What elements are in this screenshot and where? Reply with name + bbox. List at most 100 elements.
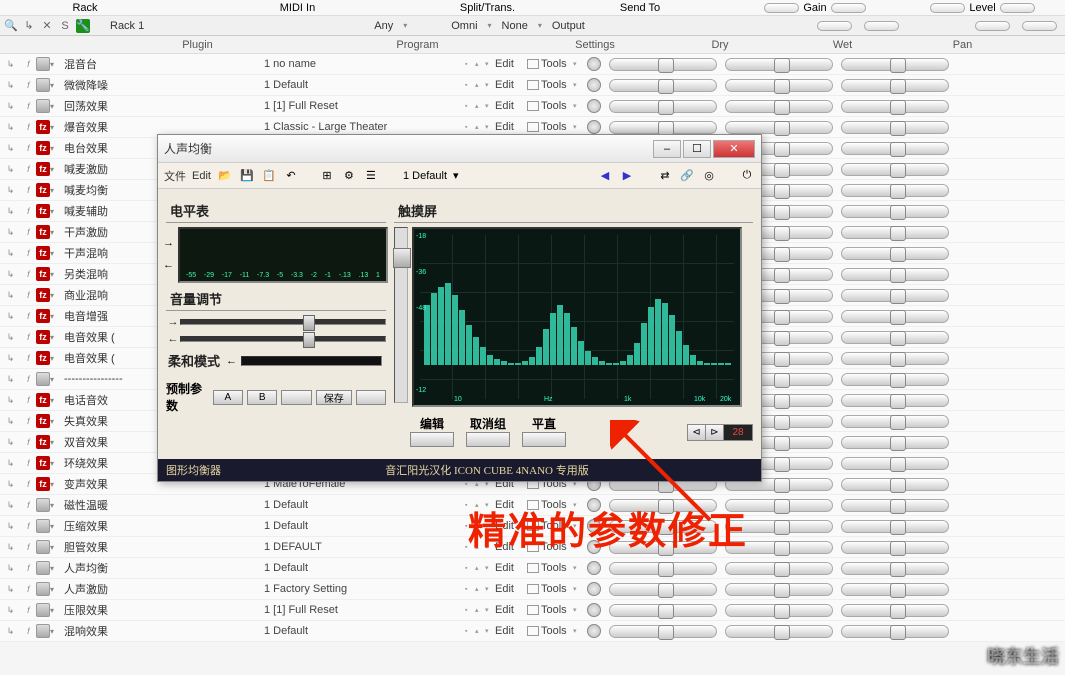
plugin-icon[interactable] [36, 372, 50, 386]
chevron-down-icon[interactable]: ▾ [50, 396, 60, 405]
undo-icon[interactable]: ↶ [283, 168, 299, 184]
fz-badge[interactable]: fz [36, 414, 50, 428]
settings-icon[interactable] [527, 101, 539, 111]
plugin-name[interactable]: 磁性温暖 [60, 497, 260, 513]
edit-button[interactable] [410, 432, 454, 447]
route-icon[interactable]: ↳ [3, 540, 18, 555]
chevron-down-icon[interactable]: ▾ [50, 585, 60, 594]
chevron-down-icon[interactable]: ▾ [488, 21, 492, 30]
fz-badge[interactable]: fz [36, 330, 50, 344]
fx-icon[interactable]: 𝑓 [21, 183, 36, 198]
pan-slider[interactable] [841, 163, 949, 176]
settings-icon[interactable] [527, 584, 539, 594]
plugin-icon[interactable] [36, 498, 50, 512]
fx-icon[interactable]: 𝑓 [21, 624, 36, 639]
fx-icon[interactable]: 𝑓 [21, 162, 36, 177]
route-icon[interactable]: ↳ [3, 456, 18, 471]
ungroup-button[interactable] [466, 432, 510, 447]
route-icon[interactable]: ↳ [3, 267, 18, 282]
program-name[interactable]: 1 Factory Setting [260, 583, 465, 595]
minimize-button[interactable]: – [653, 140, 681, 158]
pan-slider[interactable] [841, 625, 949, 638]
plugin-name[interactable]: 胆管效果 [60, 539, 260, 555]
disp-next[interactable]: ⊳ [706, 425, 724, 440]
dots-icon[interactable]: ▪ [465, 607, 475, 614]
dry-slider[interactable] [609, 79, 717, 92]
x-icon[interactable]: ✕ [40, 19, 54, 33]
route-icon[interactable]: ↳ [3, 372, 18, 387]
dd-omni[interactable]: Omni [445, 20, 483, 32]
pan-slider[interactable] [841, 58, 949, 71]
program-name[interactable]: 1 Default [260, 499, 465, 511]
level-slider[interactable] [975, 21, 1010, 31]
wet-slider[interactable] [725, 100, 833, 113]
pan-slider[interactable] [841, 100, 949, 113]
chevron-down-icon[interactable]: ▾ [50, 144, 60, 153]
volume-out-slider[interactable]: ← [166, 333, 386, 345]
tools-link[interactable]: Tools [541, 583, 573, 595]
route-icon[interactable]: ↳ [3, 204, 18, 219]
fz-badge[interactable]: fz [36, 393, 50, 407]
pan-slider[interactable] [841, 142, 949, 155]
route-icon[interactable]: ↳ [3, 603, 18, 618]
dry-slider[interactable] [609, 541, 717, 554]
settings-icon[interactable] [527, 542, 539, 552]
target-icon[interactable]: ◎ [701, 168, 717, 184]
preset-a-button[interactable]: A [213, 390, 243, 405]
fz-badge[interactable]: fz [36, 435, 50, 449]
volume-in-slider[interactable]: → [166, 316, 386, 328]
chevron-down-icon[interactable]: ▾ [50, 60, 60, 69]
chevron-down-icon[interactable]: ▾ [50, 270, 60, 279]
tools-link[interactable]: Tools [541, 541, 573, 553]
chevron-down-icon[interactable]: ▾ [50, 417, 60, 426]
pan-slider[interactable] [841, 121, 949, 134]
pan-slider[interactable] [841, 541, 949, 554]
plugin-icon[interactable] [36, 603, 50, 617]
chevron-down-icon[interactable]: ▾ [50, 165, 60, 174]
fx-icon[interactable]: 𝑓 [21, 120, 36, 135]
fx-icon[interactable]: 𝑓 [21, 519, 36, 534]
plugin-name[interactable]: 压限效果 [60, 602, 260, 618]
pan-slider[interactable] [841, 436, 949, 449]
fx-icon[interactable]: 𝑓 [21, 603, 36, 618]
settings-icon[interactable] [527, 500, 539, 510]
route-icon[interactable]: ↳ [3, 225, 18, 240]
dry-slider[interactable] [609, 562, 717, 575]
plugin-icon[interactable] [36, 57, 50, 71]
fx-icon[interactable]: 𝑓 [21, 477, 36, 492]
fx-icon[interactable]: 𝑓 [21, 330, 36, 345]
fx-icon[interactable]: 𝑓 [21, 582, 36, 597]
tool-icon[interactable]: 🔧 [76, 19, 90, 33]
dry-slider[interactable] [609, 625, 717, 638]
pan-slider[interactable] [841, 310, 949, 323]
dry-knob[interactable] [587, 78, 601, 92]
plugin-icon[interactable] [36, 540, 50, 554]
dry-slider[interactable] [609, 499, 717, 512]
pan-slider[interactable] [841, 247, 949, 260]
edit-link[interactable]: Edit [495, 121, 525, 133]
chevron-down-icon[interactable]: ▾ [50, 81, 60, 90]
chevron-down-icon[interactable]: ▾ [50, 459, 60, 468]
wet-slider[interactable] [725, 541, 833, 554]
fz-badge[interactable]: fz [36, 162, 50, 176]
program-name[interactable]: 1 Default [260, 79, 465, 91]
tools-link[interactable]: Tools [541, 499, 573, 511]
zoom-slider[interactable] [394, 227, 408, 403]
flat-button[interactable] [522, 432, 566, 447]
fx-icon[interactable]: 𝑓 [21, 99, 36, 114]
fx-icon[interactable]: 𝑓 [21, 561, 36, 576]
program-name[interactable]: 1 Default [260, 520, 465, 532]
pan-slider[interactable] [841, 205, 949, 218]
chevron-down-icon[interactable]: ▾ [50, 228, 60, 237]
fx-icon[interactable]: 𝑓 [21, 141, 36, 156]
dry-knob[interactable] [587, 624, 601, 638]
save-icon[interactable]: 💾 [239, 168, 255, 184]
dry-slider[interactable] [609, 604, 717, 617]
prev-icon[interactable]: ◀ [597, 168, 613, 184]
route-icon[interactable]: ↳ [3, 477, 18, 492]
fx-icon[interactable]: 𝑓 [21, 204, 36, 219]
route-icon[interactable]: ↳ [3, 519, 18, 534]
fx-icon[interactable]: 𝑓 [21, 351, 36, 366]
pan-slider[interactable] [841, 373, 949, 386]
route-icon[interactable]: ↳ [3, 330, 18, 345]
